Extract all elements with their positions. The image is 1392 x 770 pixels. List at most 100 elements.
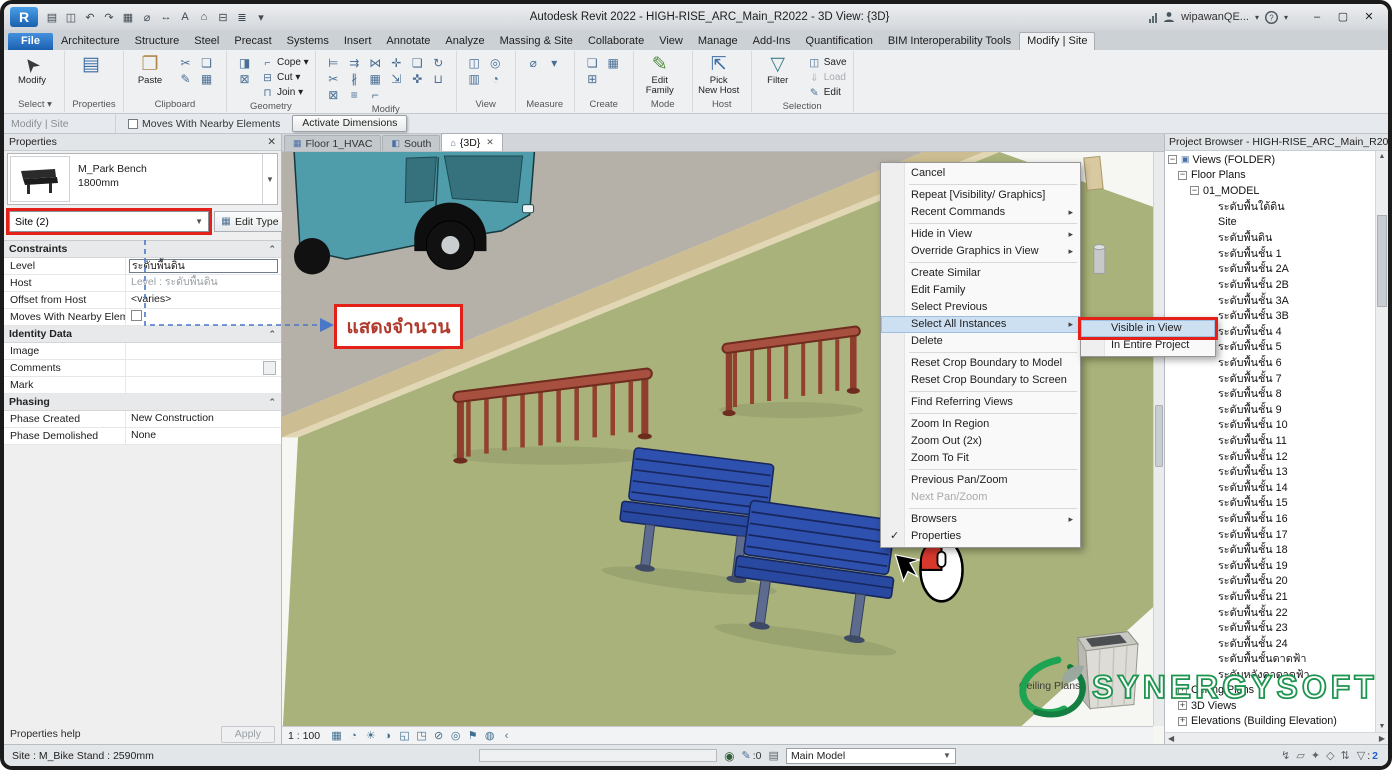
tree-item[interactable]: Elevations (Building Elevation) <box>1165 713 1375 729</box>
menu-reset-crop-screen[interactable]: Reset Crop Boundary to Screen <box>881 372 1080 389</box>
editing-requests[interactable]: ✎ :0 <box>742 749 762 762</box>
tab-view[interactable]: View <box>652 33 690 50</box>
tab-analyze[interactable]: Analyze <box>438 33 491 50</box>
help-icon[interactable]: ? <box>1265 11 1278 24</box>
cut-geometry-button[interactable]: ⊟ Cut ▾ <box>259 70 311 85</box>
mirror-icon[interactable]: ⋈ <box>365 55 386 71</box>
tree-item[interactable]: ระดับพื้นชั้น 2A <box>1165 261 1375 277</box>
browser-horizontal-scrollbar[interactable]: ◀ ▶ <box>1165 732 1388 744</box>
canvas-vertical-scrollbar[interactable] <box>1153 152 1164 726</box>
cut-icon[interactable]: ✂ <box>175 55 196 71</box>
drag-on-selection-icon[interactable]: ⇅ <box>1341 749 1350 762</box>
displace-elements-icon[interactable]: ◍ <box>481 728 498 743</box>
move-icon[interactable]: ✛ <box>386 55 407 71</box>
match-type-icon[interactable]: ✎ <box>175 71 196 87</box>
panel-caption[interactable]: Selection <box>756 100 849 114</box>
property-row[interactable]: Comments <box>4 360 281 377</box>
panel-caption[interactable]: Mode <box>638 98 688 112</box>
revit-app-menu-button[interactable]: R <box>10 7 38 27</box>
scroll-right-icon[interactable]: ▶ <box>1379 734 1385 743</box>
tree-expander-icon[interactable] <box>1190 186 1199 195</box>
browser-vertical-scrollbar[interactable]: ▲ ▼ <box>1375 151 1388 732</box>
menu-zoom-to-fit[interactable]: Zoom To Fit <box>881 450 1080 467</box>
tree-item[interactable]: ระดับพื้นชั้น 16 <box>1165 511 1375 527</box>
tree-item[interactable]: ระดับพื้นชั้น 11 <box>1165 433 1375 449</box>
property-row[interactable]: Offset from Host <varies> <box>4 292 281 309</box>
panel-caption[interactable]: Host <box>697 98 747 112</box>
scroll-left-icon[interactable]: ◀ <box>1168 734 1174 743</box>
tree-item[interactable]: ระดับพื้นชั้นดาดฟ้า <box>1165 651 1375 667</box>
view-tab-floor1-hvac[interactable]: ▦ Floor 1_HVAC <box>284 135 381 151</box>
menu-previous-pan-zoom[interactable]: Previous Pan/Zoom <box>881 472 1080 489</box>
menu-browsers[interactable]: Browsers <box>881 511 1080 528</box>
tab-manage[interactable]: Manage <box>691 33 745 50</box>
tree-item[interactable]: ระดับพื้นชั้น 6 <box>1165 355 1375 371</box>
panel-caption[interactable]: Properties <box>69 98 119 112</box>
customize-qat-icon[interactable]: ▾ <box>252 8 270 26</box>
pin-icon[interactable]: ✜ <box>407 71 428 87</box>
paste-button[interactable]: ❐ Paste <box>128 52 172 86</box>
tree-item[interactable]: ระดับพื้นดิน <box>1165 230 1375 246</box>
join-button[interactable]: ⊓ Join ▾ <box>259 85 311 100</box>
trim-icon[interactable]: ∦ <box>344 71 365 87</box>
hide-isolate-icon[interactable]: ◫ <box>464 55 485 71</box>
save-icon[interactable]: ◫ <box>62 8 80 26</box>
apply-button[interactable]: Apply <box>221 726 275 743</box>
menu-edit-family[interactable]: Edit Family <box>881 282 1080 299</box>
view-scale-button[interactable]: 1 : 100 <box>288 730 320 742</box>
tab-massing-site[interactable]: Massing & Site <box>493 33 580 50</box>
view-tab-south[interactable]: ◧ South <box>382 135 440 151</box>
paint-icon[interactable]: ◨ <box>234 55 255 71</box>
panel-caption[interactable]: View <box>461 98 511 112</box>
select-pinned-icon[interactable]: ✦ <box>1311 749 1320 762</box>
print-icon[interactable]: ▦ <box>119 8 137 26</box>
redo-icon[interactable]: ↷ <box>100 8 118 26</box>
menu-hide-in-view[interactable]: Hide in View <box>881 226 1080 243</box>
property-row[interactable]: Image <box>4 343 281 360</box>
property-row[interactable]: Host Level : ระดับพื้นดิน <box>4 275 281 292</box>
menu-create-similar[interactable]: Create Similar <box>881 265 1080 282</box>
selection-edit-button[interactable]: ✎ Edit <box>806 85 849 100</box>
array-icon[interactable]: ▦ <box>365 71 386 87</box>
edit-family-button[interactable]: ✎ Edit Family <box>638 52 682 96</box>
wall-opening-icon[interactable]: ≡ <box>344 87 365 103</box>
tab-collaborate[interactable]: Collaborate <box>581 33 651 50</box>
tree-item[interactable]: ระดับพื้นชั้น 18 <box>1165 542 1375 558</box>
tree-item[interactable]: ระดับพื้นชั้น 23 <box>1165 620 1375 636</box>
moves-with-nearby-checkbox[interactable]: Moves With Nearby Elements <box>128 118 280 130</box>
menu-cancel[interactable]: Cancel <box>881 165 1080 182</box>
scale-icon[interactable]: ⇲ <box>386 71 407 87</box>
tree-item[interactable]: ระดับพื้นชั้น 7 <box>1165 370 1375 386</box>
open-file-icon[interactable]: ▤ <box>43 8 61 26</box>
tree-item[interactable]: ระดับพื้นชั้น 17 <box>1165 526 1375 542</box>
filter-selection-combo[interactable]: Site (2) ▼ <box>9 211 209 232</box>
menu-reset-crop-model[interactable]: Reset Crop Boundary to Model <box>881 355 1080 372</box>
tree-item[interactable]: ระดับพื้นชั้น 21 <box>1165 589 1375 605</box>
offset-icon[interactable]: ⇉ <box>344 55 365 71</box>
worksharing-status-icon[interactable]: ◉ <box>724 749 734 763</box>
undo-icon[interactable]: ↶ <box>81 8 99 26</box>
create-group-icon[interactable]: ❏ <box>582 55 603 71</box>
measure-tool-icon[interactable]: ⌀ <box>523 55 544 71</box>
tree-item[interactable]: ระดับพื้นชั้น 10 <box>1165 417 1375 433</box>
create-parts-icon[interactable]: ⊞ <box>582 71 603 87</box>
scroll-down-icon[interactable]: ▼ <box>1376 721 1388 732</box>
type-selector[interactable]: M_Park Bench 1800mm ▼ <box>7 153 278 205</box>
property-group-header[interactable]: Identity Data <box>4 326 281 343</box>
select-links-icon[interactable]: ↯ <box>1281 749 1290 762</box>
tree-item[interactable]: ระดับพื้นชั้น 9 <box>1165 402 1375 418</box>
tab-file[interactable]: File <box>8 33 53 50</box>
menu-find-referring-views[interactable]: Find Referring Views <box>881 394 1080 411</box>
temporary-hide-isolate-icon[interactable]: ⊘ <box>430 728 447 743</box>
split-icon[interactable]: ✂ <box>323 71 344 87</box>
menu-zoom-out-2x[interactable]: Zoom Out (2x) <box>881 433 1080 450</box>
tab-add-ins[interactable]: Add-Ins <box>746 33 798 50</box>
tree-item[interactable]: ระดับพื้นชั้น 12 <box>1165 448 1375 464</box>
cope-button[interactable]: ⌐ Cope ▾ <box>259 55 311 70</box>
select-underlay-icon[interactable]: ▱ <box>1296 749 1304 762</box>
menu-select-all-instances[interactable]: Select All Instances <box>881 316 1080 333</box>
measure-dropdown-icon[interactable]: ▾ <box>544 55 565 71</box>
tree-item[interactable]: Views (FOLDER) <box>1165 152 1375 168</box>
section-icon[interactable]: ⊟ <box>214 8 232 26</box>
tab-modify-site[interactable]: Modify | Site <box>1019 32 1095 50</box>
